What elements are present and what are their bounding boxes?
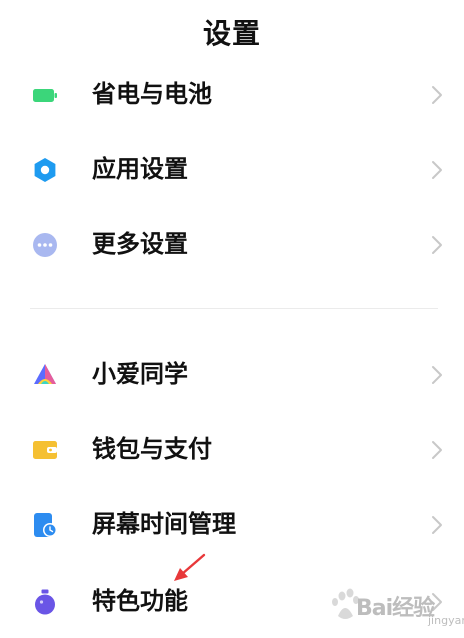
settings-item-xiaoai[interactable]: 小爱同学 xyxy=(0,342,464,406)
chevron-right-icon xyxy=(432,236,442,254)
more-dots-icon xyxy=(33,233,57,257)
xiaoai-icon xyxy=(34,364,56,384)
settings-item-label: 屏幕时间管理 xyxy=(92,510,236,538)
settings-item-app-settings[interactable]: 应用设置 xyxy=(0,137,464,201)
flask-icon xyxy=(35,589,55,615)
battery-icon xyxy=(33,89,57,102)
settings-item-label: 特色功能 xyxy=(92,587,188,615)
settings-item-more-settings[interactable]: 更多设置 xyxy=(0,212,464,276)
chevron-right-icon xyxy=(432,161,442,179)
chevron-right-icon xyxy=(432,441,442,459)
settings-item-label: 钱包与支付 xyxy=(92,435,212,463)
chevron-right-icon xyxy=(432,86,442,104)
settings-item-label: 更多设置 xyxy=(92,230,188,258)
settings-item-wallet[interactable]: 钱包与支付 xyxy=(0,417,464,481)
annotation-arrow-icon xyxy=(174,553,206,581)
watermark-subtext: jingyan xyxy=(428,614,464,627)
watermark-text: Bai经验 xyxy=(356,596,435,621)
chevron-right-icon xyxy=(432,516,442,534)
wallet-icon xyxy=(33,441,57,459)
settings-item-screen-time[interactable]: 屏幕时间管理 xyxy=(0,492,464,556)
section-divider xyxy=(30,308,438,309)
screen-time-icon xyxy=(34,513,57,537)
settings-item-battery[interactable]: 省电与电池 xyxy=(0,62,464,126)
chevron-right-icon xyxy=(432,366,442,384)
settings-item-label: 小爱同学 xyxy=(92,360,188,388)
gear-icon xyxy=(34,158,56,182)
page-title: 设置 xyxy=(202,17,261,50)
settings-item-label: 省电与电池 xyxy=(92,80,212,108)
settings-item-label: 应用设置 xyxy=(92,155,188,183)
